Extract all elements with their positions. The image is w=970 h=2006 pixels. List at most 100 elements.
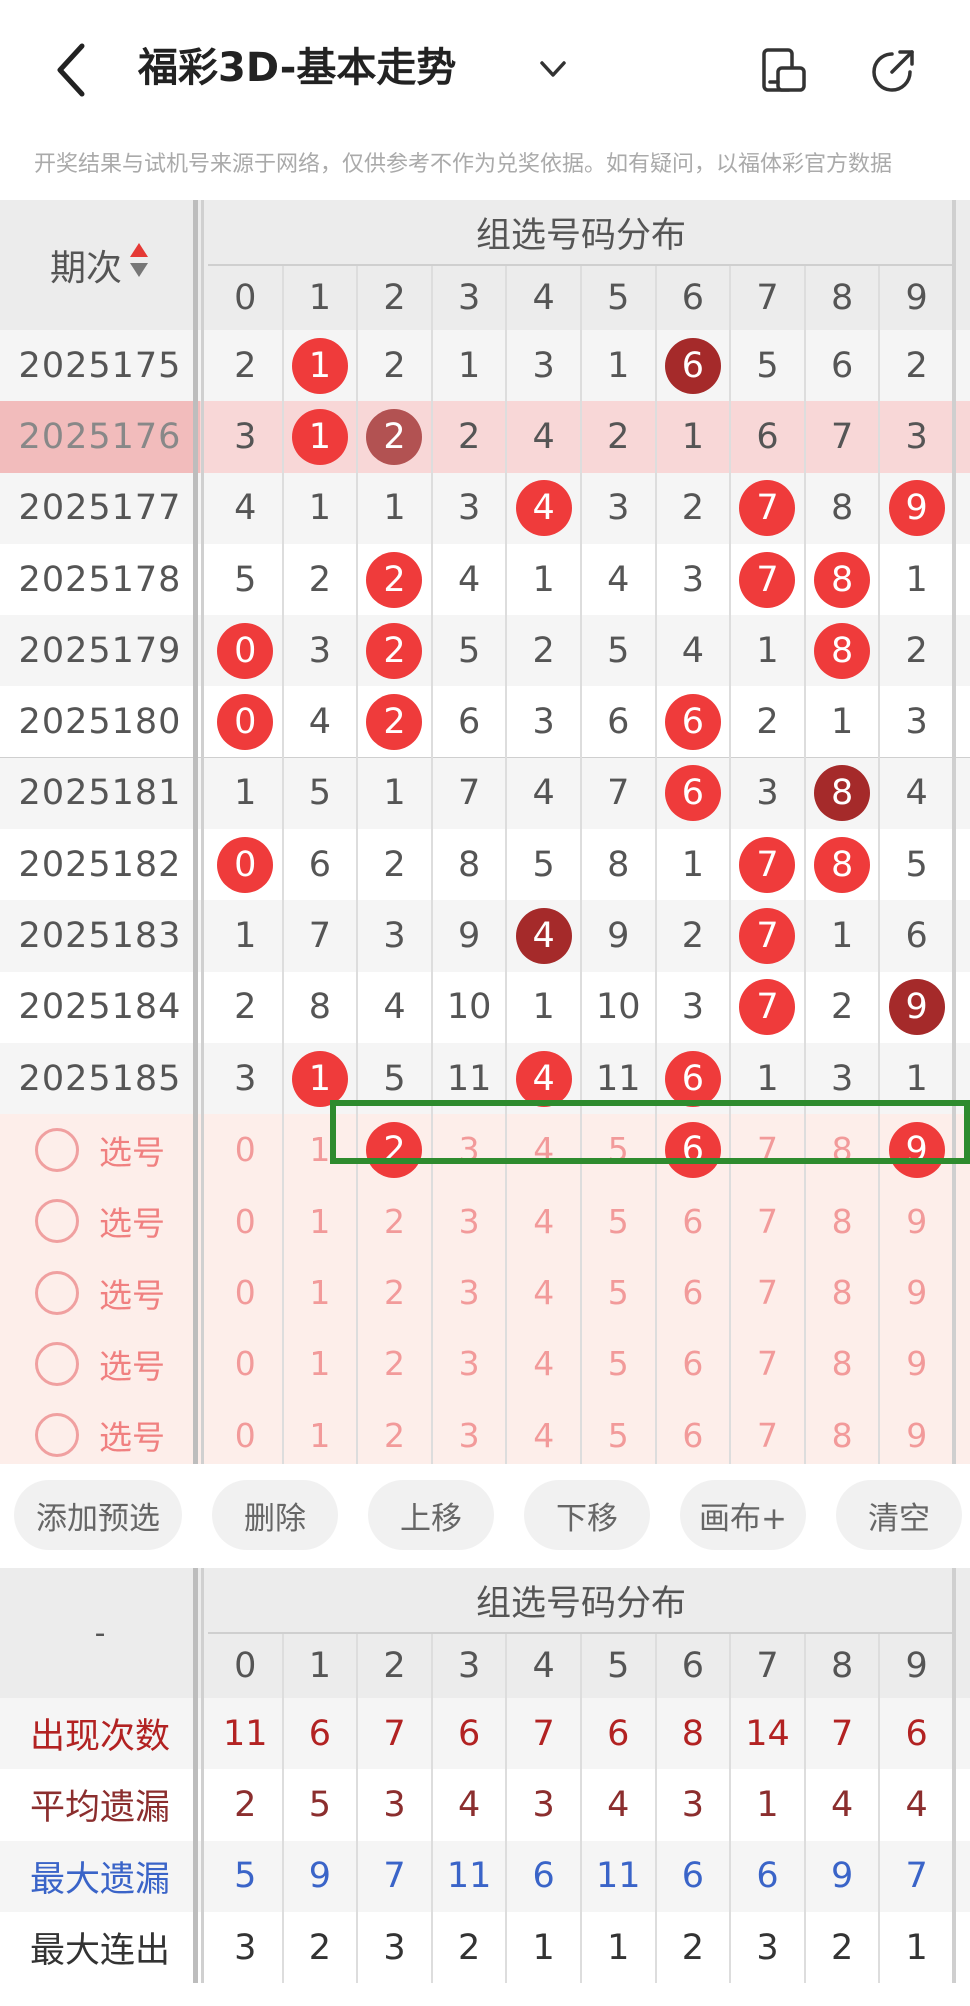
pick-cell[interactable]: 7 — [730, 1400, 805, 1471]
stats-column-divider — [580, 1634, 582, 1984]
digit-header-1: 1 — [308, 278, 332, 318]
canvas-plus-button[interactable]: 画布+ — [680, 1480, 806, 1550]
pick-cell[interactable]: 1 — [283, 1328, 358, 1399]
pick-cell[interactable]: 5 — [581, 1400, 656, 1471]
stats-digit-header-3: 3 — [457, 1646, 481, 1686]
pick-cell[interactable]: 3 — [432, 1400, 507, 1471]
share-icon[interactable] — [870, 46, 918, 94]
radio-circle-icon[interactable] — [35, 1341, 79, 1386]
number-ball: 6 — [664, 337, 721, 394]
pick-cell[interactable]: 2 — [357, 1186, 432, 1257]
pick-cell[interactable]: 7 — [730, 1257, 805, 1328]
pick-cell[interactable]: 0 — [208, 1186, 283, 1257]
pick-cell[interactable]: 8 — [805, 1328, 880, 1399]
trend-cell: 2 — [383, 345, 406, 386]
pick-row-selector[interactable]: 选号 — [0, 1400, 200, 1471]
trend-cell: 0 — [208, 615, 283, 686]
pick-cell[interactable]: 6 — [656, 1400, 731, 1471]
stats-column-divider — [729, 1634, 732, 1984]
number-ball: 1 — [291, 1050, 348, 1107]
trend-cell: 3 — [457, 488, 481, 529]
pick-cell[interactable]: 9 — [879, 1186, 954, 1257]
stats-cell: 1 — [532, 1927, 555, 1968]
pick-cell[interactable]: 3 — [432, 1328, 507, 1399]
pick-cell[interactable]: 8 — [805, 1400, 880, 1471]
move-up-button[interactable]: 上移 — [368, 1480, 494, 1550]
number-ball: 8 — [814, 622, 871, 679]
pick-cell[interactable]: 3 — [432, 1186, 507, 1257]
pick-cell[interactable]: 8 — [805, 1257, 880, 1328]
stats-cell: 4 — [905, 1784, 928, 1825]
chevron-down-icon[interactable] — [536, 52, 570, 86]
pick-cell[interactable]: 3 — [432, 1257, 507, 1328]
pick-row-selector[interactable]: 选号 — [0, 1114, 200, 1185]
pick-cell[interactable]: 4 — [506, 1400, 581, 1471]
trend-cell: 7 — [730, 972, 805, 1043]
period-header-label: 期次 — [49, 248, 122, 289]
stats-cell: 1 — [905, 1927, 928, 1968]
radio-circle-icon[interactable] — [35, 1270, 79, 1315]
stats-frozen-divider-inner — [201, 1568, 204, 1984]
number-ball: 1 — [291, 337, 348, 394]
pick-cell[interactable]: 1 — [283, 1186, 358, 1257]
pick-cell[interactable]: 9 — [879, 1257, 954, 1328]
pick-cell[interactable]: 4 — [506, 1257, 581, 1328]
pick-cell[interactable]: 8 — [805, 1186, 880, 1257]
period-number: 2025183 — [18, 916, 182, 957]
stats-cell: 2 — [234, 1784, 257, 1825]
pick-cell[interactable]: 0 — [208, 1257, 283, 1328]
pick-cell[interactable]: 1 — [283, 1257, 358, 1328]
pick-row-selector[interactable]: 选号 — [0, 1328, 200, 1399]
trend-cell: 6 — [756, 416, 779, 457]
sort-icon[interactable] — [128, 241, 150, 290]
screen-layout-icon[interactable] — [760, 46, 808, 94]
stats-digit-header-5: 5 — [607, 1646, 630, 1686]
move-down-button[interactable]: 下移 — [524, 1480, 650, 1550]
number-ball: 2 — [366, 408, 423, 465]
stats-cell: 6 — [532, 1856, 555, 1897]
pick-cell[interactable]: 0 — [208, 1400, 283, 1471]
stats-cell: 3 — [383, 1784, 406, 1825]
pick-cell[interactable]: 9 — [879, 1328, 954, 1399]
pick-cell[interactable]: 5 — [581, 1186, 656, 1257]
pick-cell[interactable]: 7 — [730, 1328, 805, 1399]
period-number: 2025178 — [18, 559, 182, 600]
pick-cell[interactable]: 5 — [581, 1257, 656, 1328]
pick-cell[interactable]: 9 — [879, 1400, 954, 1471]
stats-cell: 9 — [830, 1856, 854, 1897]
radio-circle-icon[interactable] — [35, 1413, 79, 1458]
pick-cell[interactable]: 0 — [208, 1328, 283, 1399]
trend-cell: 1 — [756, 630, 779, 671]
pick-row-selector[interactable]: 选号 — [0, 1186, 200, 1257]
pick-cell[interactable]: 5 — [581, 1328, 656, 1399]
stats-cell: 9 — [308, 1856, 332, 1897]
pick-row-selector[interactable]: 选号 — [0, 1257, 200, 1328]
pick-cell[interactable]: 4 — [506, 1328, 581, 1399]
radio-circle-icon[interactable] — [35, 1199, 79, 1244]
pick-cell[interactable]: 6 — [656, 1257, 731, 1328]
period-header[interactable]: 期次 — [0, 200, 200, 330]
digit-header-6: 6 — [681, 278, 705, 318]
pick-cell[interactable]: 7 — [730, 1186, 805, 1257]
stats-cell: 1 — [756, 1784, 779, 1825]
add-preselect-button[interactable]: 添加预选 — [14, 1480, 182, 1550]
stats-cell: 7 — [383, 1713, 406, 1754]
trend-cell: 4 — [234, 488, 257, 529]
pick-cell[interactable]: 2 — [357, 1328, 432, 1399]
pick-cell[interactable]: 6 — [656, 1328, 731, 1399]
number-ball: 1 — [291, 408, 348, 465]
trend-cell: 9 — [607, 916, 630, 957]
delete-button[interactable]: 删除 — [212, 1480, 338, 1550]
back-arrow-icon[interactable] — [52, 40, 92, 100]
pick-cell[interactable]: 1 — [283, 1400, 358, 1471]
clear-button[interactable]: 清空 — [836, 1480, 962, 1550]
pick-cell[interactable]: 4 — [506, 1186, 581, 1257]
pick-cell[interactable]: 6 — [656, 1186, 731, 1257]
pick-cell[interactable]: 2 — [357, 1400, 432, 1471]
pick-cell[interactable]: 0 — [208, 1114, 283, 1185]
action-button-bar: 添加预选 删除 上移 下移 画布+ 清空 — [0, 1464, 970, 1564]
number-ball: 7 — [739, 836, 796, 893]
pick-cell[interactable]: 2 — [357, 1257, 432, 1328]
radio-circle-icon[interactable] — [35, 1127, 79, 1172]
pick-label: 选号 — [99, 1275, 165, 1315]
